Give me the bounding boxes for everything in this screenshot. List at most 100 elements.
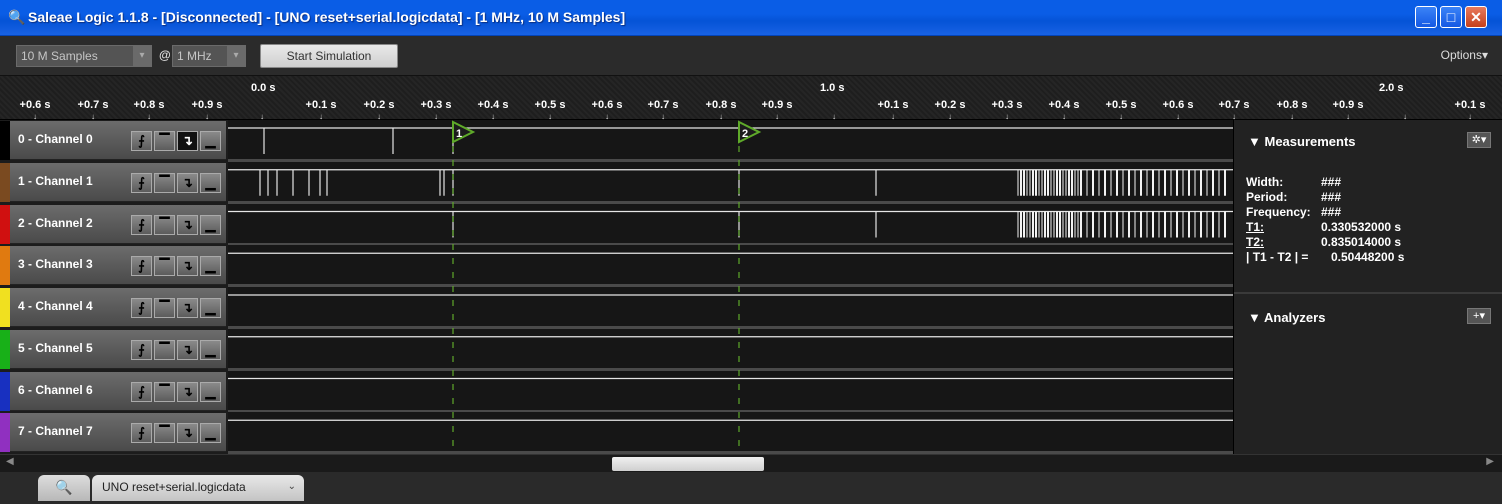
channel-waveform[interactable] bbox=[228, 370, 1233, 413]
channel-waveform[interactable] bbox=[228, 328, 1233, 371]
minimize-button[interactable]: _ bbox=[1415, 6, 1437, 28]
horizontal-scrollbar[interactable]: ◀ ▶ bbox=[0, 454, 1502, 472]
channel-label[interactable]: 0 - Channel 0 ⨍ ▔ ↴ ▁ bbox=[0, 121, 226, 160]
add-analyzer-button[interactable]: +▾ bbox=[1467, 308, 1491, 324]
measurement-row: T2: 0.835014000 s bbox=[1246, 235, 1491, 250]
rising-edge-trigger-icon[interactable]: ⨍ bbox=[131, 423, 152, 444]
falling-edge-trigger-icon[interactable]: ↴ bbox=[177, 381, 198, 402]
channel-color-swatch bbox=[0, 162, 10, 202]
rising-edge-trigger-icon[interactable]: ⨍ bbox=[131, 131, 152, 151]
trigger-buttons: ⨍ ▔ ↴ ▁ bbox=[131, 423, 221, 444]
start-simulation-button[interactable]: Start Simulation bbox=[260, 44, 398, 68]
channel-color-swatch bbox=[0, 246, 10, 286]
low-level-trigger-icon[interactable]: ▁ bbox=[200, 298, 221, 318]
rising-edge-trigger-icon[interactable]: ⨍ bbox=[131, 256, 152, 277]
ruler-minor-label: +0.6 s bbox=[591, 99, 623, 111]
ruler-minor-label: +0.2 s bbox=[934, 99, 966, 111]
measurement-label: Frequency: bbox=[1246, 205, 1311, 219]
close-button[interactable]: ✕ bbox=[1465, 6, 1487, 28]
channel-label[interactable]: 1 - Channel 1 ⨍ ▔ ↴ ▁ bbox=[0, 162, 226, 202]
low-level-trigger-icon[interactable]: ▁ bbox=[200, 339, 221, 360]
high-level-trigger-icon[interactable]: ▔ bbox=[154, 339, 175, 360]
scroll-left-icon[interactable]: ◀ bbox=[6, 456, 14, 467]
chevron-down-icon: ▾ bbox=[227, 46, 245, 66]
document-tab[interactable]: UNO reset+serial.logicdata ⌄ bbox=[92, 475, 304, 501]
channel-label[interactable]: 7 - Channel 7 ⨍ ▔ ↴ ▁ bbox=[0, 413, 226, 453]
channel-waveform[interactable] bbox=[228, 412, 1233, 455]
measurement-value: ### bbox=[1321, 205, 1342, 219]
high-level-trigger-icon[interactable]: ▔ bbox=[154, 172, 175, 193]
ruler-minor-label: +0.7 s bbox=[647, 99, 679, 111]
ruler-minor-label: +0.9 s bbox=[191, 99, 223, 111]
low-level-trigger-icon[interactable]: ▁ bbox=[200, 256, 221, 277]
chevron-down-icon[interactable]: ⌄ bbox=[288, 475, 296, 499]
search-tab[interactable]: 🔍 bbox=[38, 475, 90, 501]
ruler-minor-label: +0.4 s bbox=[1048, 99, 1080, 111]
falling-edge-trigger-icon[interactable]: ↴ bbox=[177, 339, 198, 360]
channel-waveform[interactable] bbox=[228, 287, 1233, 329]
channel-waveform[interactable] bbox=[228, 161, 1233, 204]
measurements-table: Width: ### Period: ### Frequency: ### T1: 0.… bbox=[1246, 175, 1491, 265]
ruler-minor-label: +0.1 s bbox=[1454, 99, 1486, 111]
low-level-trigger-icon[interactable]: ▁ bbox=[200, 381, 221, 402]
measurement-value: 0.50448200 s bbox=[1331, 250, 1405, 264]
channel-label[interactable]: 2 - Channel 2 ⨍ ▔ ↴ ▁ bbox=[0, 204, 226, 244]
rising-edge-trigger-icon[interactable]: ⨍ bbox=[131, 339, 152, 360]
low-level-trigger-icon[interactable]: ▁ bbox=[200, 423, 221, 444]
falling-edge-trigger-icon[interactable]: ↴ bbox=[177, 256, 198, 277]
scroll-right-icon[interactable]: ▶ bbox=[1486, 456, 1494, 467]
channel-label[interactable]: 6 - Channel 6 ⨍ ▔ ↴ ▁ bbox=[0, 371, 226, 411]
measurement-label[interactable]: T2: bbox=[1246, 235, 1264, 249]
maximize-button[interactable]: □ bbox=[1440, 6, 1462, 28]
measurement-label: Period: bbox=[1246, 190, 1288, 204]
low-level-trigger-icon[interactable]: ▁ bbox=[200, 131, 221, 151]
measurement-row: Period: ### bbox=[1246, 190, 1491, 205]
measurement-label: | T1 - T2 | = bbox=[1246, 250, 1309, 264]
samples-select[interactable]: 10 M Samples ▾ bbox=[16, 45, 152, 67]
channel-waveform[interactable] bbox=[228, 203, 1233, 246]
trigger-buttons: ⨍ ▔ ↴ ▁ bbox=[131, 214, 221, 235]
analyzers-header[interactable]: ▼ Analyzers +▾ bbox=[1234, 296, 1502, 334]
high-level-trigger-icon[interactable]: ▔ bbox=[154, 381, 175, 402]
high-level-trigger-icon[interactable]: ▔ bbox=[154, 423, 175, 444]
channel-waveform[interactable] bbox=[228, 245, 1233, 288]
channel-label[interactable]: 4 - Channel 4 ⨍ ▔ ↴ ▁ bbox=[0, 288, 226, 327]
channel-label[interactable]: 5 - Channel 5 ⨍ ▔ ↴ ▁ bbox=[0, 329, 226, 369]
time-ruler[interactable]: 0.0 s 1.0 s 2.0 s +0.6 s ↓ +0.7 s ↓ +0.8 s ↓ +… bbox=[0, 76, 1502, 121]
high-level-trigger-icon[interactable]: ▔ bbox=[154, 131, 175, 151]
low-level-trigger-icon[interactable]: ▁ bbox=[200, 214, 221, 235]
ruler-minor-label: +0.3 s bbox=[420, 99, 452, 111]
at-label: @ bbox=[159, 48, 171, 62]
options-button[interactable]: Options▾ bbox=[1441, 48, 1488, 62]
channel-label[interactable]: 3 - Channel 3 ⨍ ▔ ↴ ▁ bbox=[0, 246, 226, 286]
analyzers-title-text: Analyzers bbox=[1264, 310, 1326, 325]
rising-edge-trigger-icon[interactable]: ⨍ bbox=[131, 298, 152, 318]
ruler-minor-label: +0.7 s bbox=[77, 99, 109, 111]
measurement-label[interactable]: T1: bbox=[1246, 220, 1264, 234]
window-title: Saleae Logic 1.1.8 - [Disconnected] - [U… bbox=[28, 9, 626, 25]
scroll-thumb[interactable] bbox=[612, 457, 764, 471]
rate-select[interactable]: 1 MHz ▾ bbox=[172, 45, 246, 67]
channel-row: 1 - Channel 1 ⨍ ▔ ↴ ▁ bbox=[0, 161, 1233, 204]
rising-edge-trigger-icon[interactable]: ⨍ bbox=[131, 172, 152, 193]
falling-edge-trigger-icon[interactable]: ↴ bbox=[177, 423, 198, 444]
low-level-trigger-icon[interactable]: ▁ bbox=[200, 172, 221, 193]
falling-edge-trigger-icon[interactable]: ↴ bbox=[177, 131, 198, 151]
channel-name: 7 - Channel 7 bbox=[18, 424, 93, 439]
tab-bar: 🔍 UNO reset+serial.logicdata ⌄ bbox=[0, 472, 1502, 504]
rising-edge-trigger-icon[interactable]: ⨍ bbox=[131, 381, 152, 402]
falling-edge-trigger-icon[interactable]: ↴ bbox=[177, 298, 198, 318]
ruler-minor-label: +0.1 s bbox=[877, 99, 909, 111]
ruler-major-label: 0.0 s bbox=[251, 82, 276, 94]
high-level-trigger-icon[interactable]: ▔ bbox=[154, 256, 175, 277]
measurements-header[interactable]: ▼ Measurements ✲▾ bbox=[1234, 120, 1502, 158]
high-level-trigger-icon[interactable]: ▔ bbox=[154, 298, 175, 318]
channel-row: 6 - Channel 6 ⨍ ▔ ↴ ▁ bbox=[0, 370, 1233, 413]
high-level-trigger-icon[interactable]: ▔ bbox=[154, 214, 175, 235]
rising-edge-trigger-icon[interactable]: ⨍ bbox=[131, 214, 152, 235]
channel-waveform[interactable] bbox=[228, 120, 1233, 162]
falling-edge-trigger-icon[interactable]: ↴ bbox=[177, 172, 198, 193]
gear-icon[interactable]: ✲▾ bbox=[1467, 132, 1491, 148]
falling-edge-trigger-icon[interactable]: ↴ bbox=[177, 214, 198, 235]
panel-divider bbox=[1234, 292, 1502, 294]
